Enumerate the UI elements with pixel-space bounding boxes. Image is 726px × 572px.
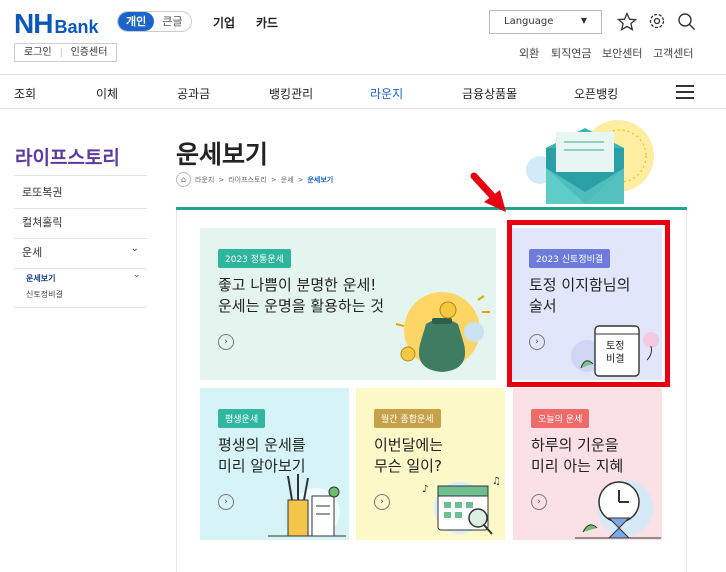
settings-icon[interactable] <box>648 12 666 30</box>
utility-customer[interactable]: 고객센터 <box>653 45 693 61</box>
card-text: 이번달에는 무슨 일이? <box>374 436 444 475</box>
arrow-pointer-icon <box>470 172 506 212</box>
view-mode-toggle[interactable]: 개인 큰글 <box>117 11 192 32</box>
main-nav: 조회 이체 공과금 뱅킹관리 라운지 금융상품몰 오픈뱅킹 <box>0 74 726 109</box>
daily-fortune-card[interactable]: 오늘의 운세 하루의 기운을 미리 아는 지혜 › <box>513 388 662 540</box>
sidebar-item-label: 컬쳐홀릭 <box>22 216 63 229</box>
money-bag-icon <box>395 292 490 372</box>
main-nav-products[interactable]: 금융상품몰 <box>462 85 517 102</box>
main-nav-open-banking[interactable]: 오픈뱅킹 <box>574 85 618 102</box>
search-icon[interactable] <box>677 12 696 31</box>
breadcrumb-item[interactable]: 라이프스토리 <box>228 175 267 185</box>
sidebar-title: 라이프스토리 <box>15 147 120 169</box>
go-arrow-icon: › <box>531 494 547 510</box>
pencil-cup-icon <box>268 474 346 537</box>
cert-center-button[interactable]: 인증센터 <box>62 44 117 61</box>
sidebar-sub-fortune[interactable]: 운세보기 <box>26 273 55 284</box>
breadcrumb: ⌂ 라운지 > 라이프스토리 > 운세 > 운세보기 <box>176 172 333 187</box>
logo-bank: Bank <box>54 17 99 37</box>
go-arrow-icon: › <box>374 494 390 510</box>
personal-mode-button[interactable]: 개인 <box>118 12 155 31</box>
card-text: 좋고 나쁨이 분명한 운세! 운세는 운명을 활용하는 것 <box>218 276 385 315</box>
utility-security[interactable]: 보안센터 <box>602 45 642 61</box>
language-select[interactable]: Language ▼ <box>489 10 602 34</box>
caret-down-icon: ▼ <box>580 16 587 25</box>
fortune-card-2023[interactable]: 2023 정통운세 좋고 나쁨이 분명한 운세! 운세는 운명을 활용하는 것 … <box>200 228 496 380</box>
nh-bank-logo[interactable]: NH Bank <box>14 8 98 40</box>
utility-fx[interactable]: 외환 <box>519 45 539 61</box>
logo-nh: NH <box>14 8 53 39</box>
envelope-illustration <box>526 120 654 204</box>
go-arrow-icon: › <box>218 494 234 510</box>
main-nav-bills[interactable]: 공과금 <box>177 85 210 102</box>
login-group: 로그인 인증센터 <box>14 43 118 62</box>
highlight-box <box>507 220 670 387</box>
large-font-mode-button[interactable]: 큰글 <box>154 12 190 31</box>
chevron-down-icon: ⌄ <box>133 270 141 280</box>
calendar-search-icon: ♪ ♫ <box>422 476 501 535</box>
card-badge: 월간 종합운세 <box>374 409 441 428</box>
card-badge: 2023 정통운세 <box>218 249 291 268</box>
utility-pension[interactable]: 퇴직연금 <box>551 45 591 61</box>
login-button[interactable]: 로그인 <box>15 44 61 61</box>
svg-text:♫: ♫ <box>492 476 501 487</box>
home-icon[interactable]: ⌂ <box>176 172 191 187</box>
sidebar-submenu <box>14 264 147 308</box>
nav-card[interactable]: 카드 <box>256 14 278 31</box>
page-title: 운세보기 <box>176 140 269 169</box>
monthly-fortune-card[interactable]: 월간 종합운세 이번달에는 무슨 일이? › ♪ ♫ <box>356 388 505 540</box>
breadcrumb-item[interactable]: 라운지 <box>195 175 214 185</box>
breadcrumb-item[interactable]: 운세 <box>281 175 294 185</box>
sidebar-item-label: 로또복권 <box>22 186 63 199</box>
sidebar-item-culture[interactable]: 컬쳐홀릭 <box>14 206 147 239</box>
clock-hourglass-icon <box>575 480 661 539</box>
card-badge: 오늘의 운세 <box>531 409 590 428</box>
main-nav-lounge[interactable]: 라운지 <box>370 85 403 102</box>
sidebar-item-lotto[interactable]: 로또복권 <box>14 176 147 209</box>
main-nav-inquiry[interactable]: 조회 <box>14 85 36 102</box>
nav-corporate[interactable]: 기업 <box>213 14 235 31</box>
sidebar-item-label: 운세 <box>22 246 43 259</box>
card-text: 하루의 기운을 미리 아는 지혜 <box>531 436 624 475</box>
sidebar-sub-tojeong[interactable]: 신토정비결 <box>26 289 63 300</box>
language-label: Language <box>504 16 554 27</box>
main-nav-banking-mgmt[interactable]: 뱅킹관리 <box>269 85 313 102</box>
go-arrow-icon: › <box>218 334 234 350</box>
star-icon[interactable] <box>617 12 637 32</box>
card-text: 평생의 운세를 미리 알아보기 <box>218 436 306 475</box>
breadcrumb-current: 운세보기 <box>307 175 334 184</box>
card-badge: 평생운세 <box>218 409 266 428</box>
menu-icon[interactable] <box>676 85 694 103</box>
svg-text:♪: ♪ <box>422 484 428 495</box>
main-nav-transfer[interactable]: 이체 <box>96 85 118 102</box>
chevron-down-icon: ⌄ <box>130 243 139 254</box>
lifetime-fortune-card[interactable]: 평생운세 평생의 운세를 미리 알아보기 › <box>200 388 349 540</box>
